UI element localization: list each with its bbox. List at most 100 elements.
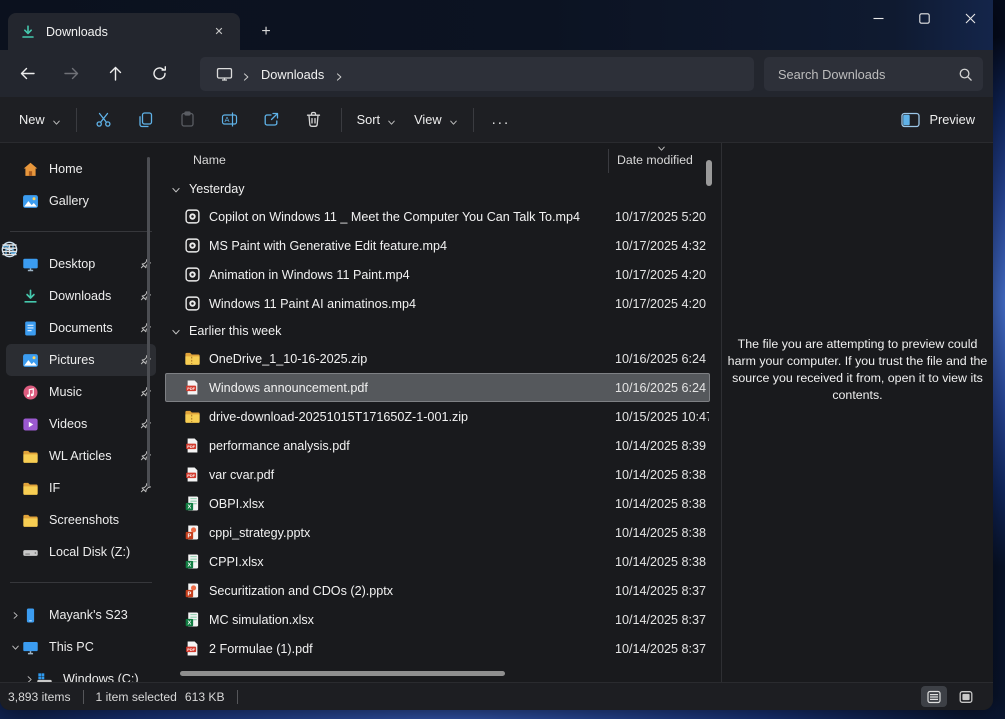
svg-text:X: X [188,621,192,627]
column-header-date-modified[interactable]: Date modified [617,153,693,167]
copy-button[interactable] [125,103,167,137]
sidebar-item-pictures[interactable]: Pictures [6,344,156,376]
file-row-drive-download-20251015t171650z-1-001-zip[interactable]: drive-download-20251015T171650Z-1-001.zi… [165,402,710,431]
details-view-button[interactable] [921,686,947,707]
sidebar-item-if[interactable]: IF [6,472,156,504]
sidebar-item-this-pc[interactable]: This PC [6,631,156,663]
preview-warning-message: The file you are attempting to preview c… [727,336,989,404]
large-icons-view-button[interactable] [953,686,979,707]
sidebar-item-local-disk-z[interactable]: Local Disk (Z:) [6,536,156,568]
sidebar-item-label: Downloads [49,289,140,303]
up-button[interactable] [98,57,132,91]
minimize-button[interactable] [855,0,901,37]
rename-button[interactable]: A [209,103,251,137]
chevron-right-icon[interactable] [22,675,36,683]
sidebar-scrollbar[interactable] [147,157,150,487]
sidebar-item-music[interactable]: Music [6,376,156,408]
file-row-onedrive-1-10-16-2025-zip[interactable]: OneDrive_1_10-16-2025.zip10/16/2025 6:24 [165,344,710,373]
chevron-right-icon [334,69,344,79]
sort-button[interactable]: Sort [348,103,405,137]
sidebar-item-label: Local Disk (Z:) [49,545,156,559]
file-name: 2 Formulae (1).pdf [209,642,615,656]
paste-button[interactable] [167,103,209,137]
group-header-earlier-this-week[interactable]: Earlier this week [165,318,710,344]
file-row-2-formulae-1-pdf[interactable]: PDF2 Formulae (1).pdf10/14/2025 8:37 [165,634,710,663]
new-tab-button[interactable]: + [254,20,278,44]
more-options-button[interactable]: ... [480,111,523,128]
sort-descending-icon [657,142,666,151]
sidebar-item-label: WL Articles [49,449,140,463]
column-header-name[interactable]: Name [193,153,226,167]
pin-icon [140,386,152,398]
svg-text:PDF: PDF [187,474,195,478]
sidebar-item-videos[interactable]: Videos [6,408,156,440]
pin-icon [140,418,152,430]
title-bar[interactable]: Downloads ✕ + [0,0,993,50]
pptx-file-icon: P [184,582,201,599]
refresh-button[interactable] [142,57,176,91]
xlsx-file-icon: X [184,553,201,570]
column-divider[interactable] [608,149,609,173]
file-date-modified: 10/14/2025 8:37 [615,584,709,598]
sidebar-item-documents[interactable]: Documents [6,312,156,344]
file-row-mc-simulation-xlsx[interactable]: XMC simulation.xlsx10/14/2025 8:37 [165,605,710,634]
sidebar-divider [10,231,152,232]
view-button[interactable]: View [405,103,467,137]
file-row-cppi-xlsx[interactable]: XCPPI.xlsx10/14/2025 8:38 [165,547,710,576]
file-row-var-cvar-pdf[interactable]: PDFvar cvar.pdf10/14/2025 8:38 [165,460,710,489]
sidebar-item-downloads[interactable]: Downloads [6,280,156,312]
vertical-scrollbar[interactable] [706,160,712,186]
folder-icon [22,512,39,529]
forward-button[interactable] [54,57,88,91]
xlsx-file-icon: X [184,495,201,512]
sidebar-item-desktop[interactable]: Desktop [6,248,156,280]
sidebar-item-wl-articles[interactable]: WL Articles [6,440,156,472]
file-row-obpi-xlsx[interactable]: XOBPI.xlsx10/14/2025 8:38 [165,489,710,518]
downloads-icon [20,24,36,40]
tab-close-icon[interactable]: ✕ [208,21,230,43]
address-bar[interactable]: Downloads [200,57,754,91]
items-count: 3,893 items [0,690,79,704]
sidebar-item-screenshots[interactable]: Screenshots [6,504,156,536]
cut-button[interactable] [83,103,125,137]
file-row-performance-analysis-pdf[interactable]: PDFperformance analysis.pdf10/14/2025 8:… [165,431,710,460]
maximize-button[interactable] [901,0,947,37]
file-name: Copilot on Windows 11 _ Meet the Compute… [209,210,615,224]
file-date-modified: 10/16/2025 6:24 [615,352,709,366]
file-row-windows-11-paint-ai-animatinos-mp4[interactable]: Windows 11 Paint AI animatinos.mp410/17/… [165,289,710,318]
share-button[interactable] [251,103,293,137]
horizontal-scrollbar-track[interactable] [165,670,705,677]
delete-button[interactable] [293,103,335,137]
tab-downloads[interactable]: Downloads ✕ [8,13,240,50]
sidebar-item-label: Music [49,385,140,399]
sidebar-item-mayank-s-s23[interactable]: Mayank's S23 [6,599,156,631]
mp4-file-icon [184,208,201,225]
search-box[interactable] [764,57,983,91]
file-name: MC simulation.xlsx [209,613,615,627]
chevron-down-icon[interactable] [8,643,22,652]
file-name: var cvar.pdf [209,468,615,482]
new-button[interactable]: New [10,103,70,137]
svg-text:PDF: PDF [187,445,195,449]
file-row-animation-in-windows-11-paint-mp4[interactable]: Animation in Windows 11 Paint.mp410/17/2… [165,260,710,289]
file-row-copilot-on-windows-11-meet-the-computer-you-can-talk-to-mp4[interactable]: Copilot on Windows 11 _ Meet the Compute… [165,202,710,231]
new-button-label: New [19,112,45,127]
preview-toggle-button[interactable]: Preview [901,112,975,128]
svg-text:X: X [188,563,192,569]
horizontal-scrollbar[interactable] [180,671,505,676]
search-input[interactable] [778,67,958,82]
file-row-ms-paint-with-generative-edit-feature-mp4[interactable]: MS Paint with Generative Edit feature.mp… [165,231,710,260]
sidebar-item-windows-c[interactable]: Windows (C:) [6,663,156,682]
sidebar-item-home[interactable]: Home [6,153,156,185]
breadcrumb-downloads[interactable]: Downloads [253,67,332,82]
file-row-windows-announcement-pdf[interactable]: PDFWindows announcement.pdf10/16/2025 6:… [165,373,710,402]
file-row-cppi-strategy-pptx[interactable]: Pcppi_strategy.pptx10/14/2025 8:38 [165,518,710,547]
group-header-yesterday[interactable]: Yesterday [165,176,710,202]
back-button[interactable] [10,57,44,91]
close-button[interactable] [947,0,993,37]
file-row-securitization-and-cdos-2-pptx[interactable]: PSecuritization and CDOs (2).pptx10/14/2… [165,576,710,605]
sidebar-item-gallery[interactable]: Gallery [6,185,156,217]
preview-pane: The file you are attempting to preview c… [721,143,993,682]
sidebar-item-label: Mayank's S23 [49,608,156,622]
chevron-right-icon[interactable] [8,611,22,620]
